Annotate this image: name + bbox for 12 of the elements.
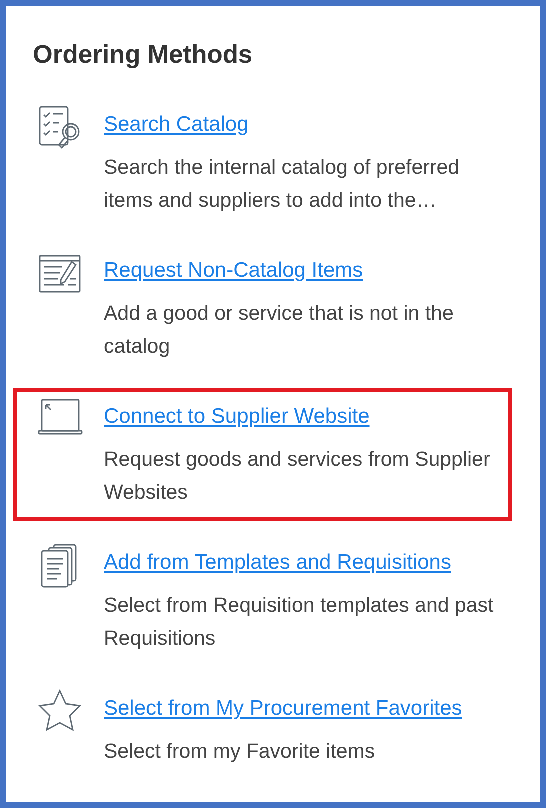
panel-title: Ordering Methods [33, 40, 254, 70]
method-description: Search the internal catalog of preferred items and suppliers to add into the… [104, 155, 461, 214]
method-description: Select from Requisition templates and past Requisitions [104, 593, 495, 652]
method-description: Select from my Favorite items [104, 739, 376, 765]
method-description: Request goods and services from Supplier Websites [104, 447, 492, 506]
method-link[interactable]: Add from Templates and Requisitions [104, 546, 452, 579]
method-link[interactable]: Request Non-Catalog Items [104, 254, 364, 287]
star-icon [37, 688, 83, 734]
method-link[interactable]: Select from My Procurement Favorites [104, 692, 462, 725]
method-link[interactable]: Search Catalog [104, 108, 249, 141]
method-description: Add a good or service that is not in the catalog [104, 301, 455, 360]
method-link[interactable]: Connect to Supplier Website [104, 400, 370, 433]
